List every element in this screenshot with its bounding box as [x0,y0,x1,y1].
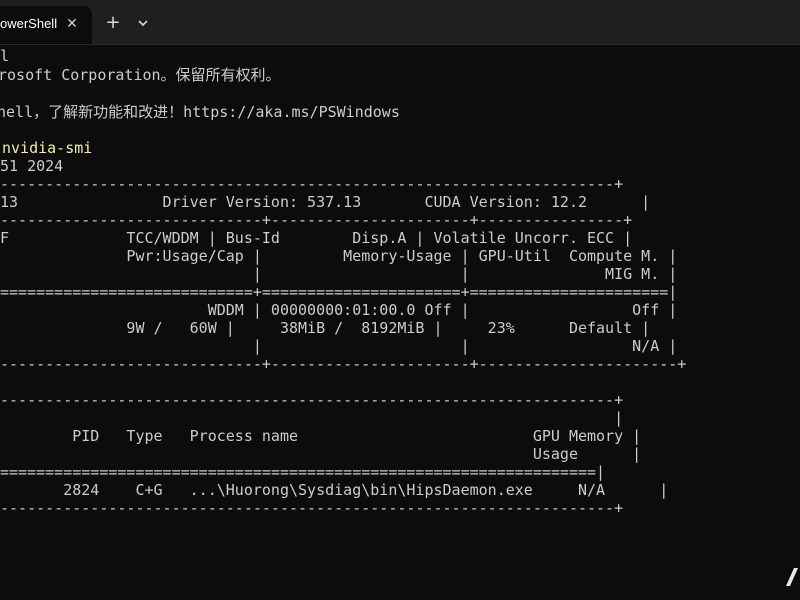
table-border: ========================================… [0,463,606,481]
table-border: -----------------------------+----------… [0,211,633,229]
plus-icon[interactable]: + [103,13,123,33]
table-border: ----------------------------------------… [0,175,624,193]
header-row: F TCC/WDDM | Bus-Id Disp.A | Volatile Un… [0,229,633,247]
table-border: ----------------------------------------… [0,499,624,517]
terminal-window: owerShell ✕ + l rosoft Corporation。保留所有权… [0,0,800,600]
terminal-line: l [0,47,10,65]
gpu-row: 9W / 60W | 38MiB / 8192MiB | 23% Default… [0,319,651,337]
process-header-row: Usage | [0,445,642,463]
terminal-line: hell，了解新功能和改进！https://aka.ms/PSWindows [0,103,400,121]
table-border: ============================+===========… [0,283,678,301]
table-border: ----------------------------------------… [0,391,624,409]
tab-title: owerShell [0,16,58,31]
command-line: nvidia-smi [2,139,93,157]
gpu-row: | | N/A | [0,337,678,355]
tab-bar: owerShell ✕ + [0,0,800,45]
header-row: | | MIG M. | [0,265,678,283]
close-icon[interactable]: ✕ [62,14,82,34]
process-header-row: PID Type Process name GPU Memory | [0,427,642,445]
terminal-line: 51 2024 [0,157,64,175]
terminal-output[interactable]: l rosoft Corporation。保留所有权利。 hell，了解新功能和… [0,44,800,600]
gpu-row: WDDM | 00000000:01:00.0 Off | Off | [0,301,678,319]
watermark-logo-icon [782,564,800,590]
process-row: 2824 C+G ...\Huorong\Sysdiag\bin\HipsDae… [0,481,669,499]
terminal-line: rosoft Corporation。保留所有权利。 [0,66,281,84]
chevron-down-icon[interactable] [134,13,152,33]
table-border: -----------------------------+----------… [0,355,687,373]
header-row: Pwr:Usage/Cap | Memory-Usage | GPU-Util … [0,247,678,265]
driver-info-row: 13 Driver Version: 537.13 CUDA Version: … [0,193,651,211]
tab-powershell[interactable]: owerShell ✕ [0,6,92,44]
process-header-row: | [0,409,624,427]
